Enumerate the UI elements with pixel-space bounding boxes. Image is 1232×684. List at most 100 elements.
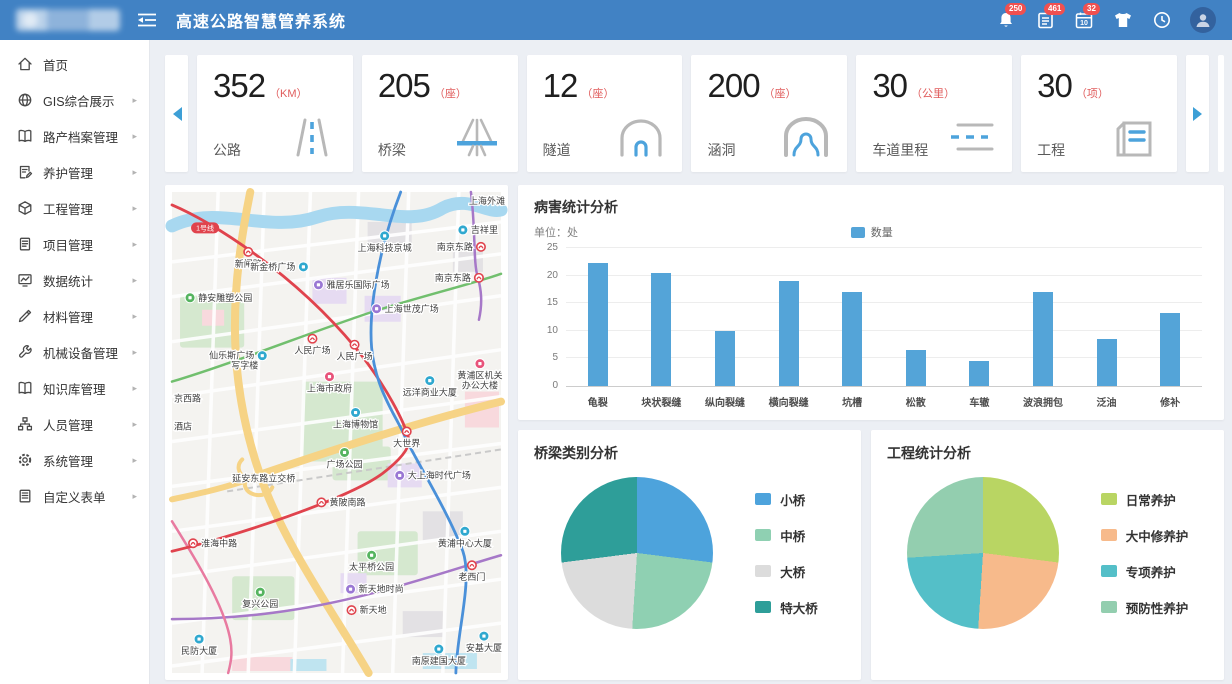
stat-value: 30 bbox=[1037, 67, 1072, 105]
x-axis-label: 修补 bbox=[1138, 394, 1202, 409]
legend-item[interactable]: 小桥 bbox=[755, 490, 818, 509]
metro-station-marker: 新天地 bbox=[347, 604, 386, 615]
tasks-badge: 461 bbox=[1044, 3, 1065, 15]
doc-edit-icon bbox=[17, 164, 34, 181]
sidebar-item-project[interactable]: 项目管理 ▸ bbox=[0, 226, 149, 262]
sidebar-item-equipment[interactable]: 机械设备管理 ▸ bbox=[0, 334, 149, 370]
legend-item[interactable]: 中桥 bbox=[755, 526, 818, 545]
legend-swatch bbox=[755, 601, 771, 613]
stat-value: 352 bbox=[213, 67, 265, 105]
svg-text:安基大厦: 安基大厦 bbox=[466, 642, 502, 653]
legend-swatch bbox=[755, 529, 771, 541]
svg-text:老西门: 老西门 bbox=[458, 571, 485, 582]
legend-item[interactable]: 大桥 bbox=[755, 562, 818, 581]
x-axis-label: 块状裂缝 bbox=[630, 394, 694, 409]
legend-swatch bbox=[1101, 493, 1117, 505]
svg-text:太平桥公园: 太平桥公园 bbox=[349, 561, 394, 572]
sidebar-item-road-assets[interactable]: 路产档案管理 ▸ bbox=[0, 118, 149, 154]
svg-text:人民广场: 人民广场 bbox=[337, 351, 373, 362]
y-axis-tick: 15 bbox=[534, 297, 558, 308]
stat-value: 205 bbox=[378, 67, 430, 105]
svg-text:延安东路立交桥: 延安东路立交桥 bbox=[232, 472, 295, 483]
chevron-right-icon: ▸ bbox=[132, 419, 137, 430]
bar bbox=[906, 350, 926, 386]
sidebar-item-home[interactable]: 首页 ▸ bbox=[0, 46, 149, 82]
carousel-prev-button[interactable] bbox=[165, 55, 188, 172]
calendar-icon[interactable]: 10 32 bbox=[1073, 9, 1095, 31]
legend-label: 预防性养护 bbox=[1126, 598, 1189, 617]
svg-text:新天地: 新天地 bbox=[360, 604, 387, 615]
y-axis-tick: 0 bbox=[534, 380, 558, 391]
svg-text:大上海时代广场: 大上海时代广场 bbox=[408, 469, 471, 480]
doc-icon bbox=[17, 236, 34, 253]
bar-chart-unit: 单位：处 bbox=[534, 224, 578, 240]
menu-collapse-icon[interactable] bbox=[138, 13, 156, 27]
stat-unit: （公里） bbox=[911, 85, 955, 101]
legend-label: 中桥 bbox=[780, 526, 805, 545]
sidebar-item-gis-display[interactable]: GIS综合展示 ▸ bbox=[0, 82, 149, 118]
sidebar-item-system[interactable]: 系统管理 ▸ bbox=[0, 442, 149, 478]
sidebar-item-engineering[interactable]: 工程管理 ▸ bbox=[0, 190, 149, 226]
svg-text:上海博物馆: 上海博物馆 bbox=[333, 419, 378, 430]
map-road-label: 上海外滩 bbox=[469, 195, 505, 206]
chevron-right-icon: ▸ bbox=[132, 455, 137, 466]
carousel-next-button[interactable] bbox=[1186, 55, 1209, 172]
svg-text:写字楼: 写字楼 bbox=[231, 360, 258, 371]
y-axis-tick: 25 bbox=[534, 242, 558, 253]
home-icon bbox=[17, 56, 34, 73]
svg-text:南原建国大厦: 南原建国大厦 bbox=[412, 655, 466, 666]
stat-card-engineering: 30 （项） 工程 bbox=[1021, 55, 1177, 172]
svg-text:上海市政府: 上海市政府 bbox=[307, 383, 352, 394]
legend-item[interactable]: 日常养护 bbox=[1101, 490, 1189, 509]
x-axis-label: 坑槽 bbox=[820, 394, 884, 409]
legend-item[interactable]: 预防性养护 bbox=[1101, 598, 1189, 617]
tasks-clipboard-icon[interactable]: 461 bbox=[1034, 9, 1056, 31]
stat-card-carousel: 352 （KM） 公路 205 （座） 桥梁 12 bbox=[165, 55, 1224, 172]
svg-text:黄陂南路: 黄陂南路 bbox=[329, 496, 365, 507]
main-content: 352 （KM） 公路 205 （座） 桥梁 12 bbox=[150, 40, 1232, 684]
svg-text:黄浦区机关: 黄浦区机关 bbox=[457, 370, 502, 381]
legend-swatch bbox=[1101, 601, 1117, 613]
bar bbox=[588, 263, 608, 386]
legend-label: 特大桥 bbox=[780, 598, 818, 617]
sidebar-item-statistics[interactable]: 数据统计 ▸ bbox=[0, 262, 149, 298]
theme-shirt-icon[interactable] bbox=[1112, 9, 1134, 31]
map-panel[interactable]: 1号线新闸路上海科技京城吉祥里南京东路南京东路新金桥广场雅居乐国际广场上海世茂广… bbox=[165, 185, 508, 680]
svg-text:淮海中路: 淮海中路 bbox=[201, 537, 237, 548]
sidebar-item-personnel[interactable]: 人员管理 ▸ bbox=[0, 406, 149, 442]
bar-chart-legend[interactable]: 数量 bbox=[851, 224, 893, 240]
stat-label: 工程 bbox=[1037, 140, 1065, 162]
legend-label: 数量 bbox=[871, 224, 893, 240]
sidebar-item-custom-forms[interactable]: 自定义表单 ▸ bbox=[0, 478, 149, 514]
sidebar-item-label: 知识库管理 bbox=[43, 379, 132, 398]
user-avatar[interactable] bbox=[1190, 7, 1216, 33]
notification-bell-icon[interactable]: 250 bbox=[995, 9, 1017, 31]
header-actions: 250 461 10 32 bbox=[995, 7, 1216, 33]
stat-label: 隧道 bbox=[543, 140, 571, 162]
city-map: 1号线新闸路上海科技京城吉祥里南京东路南京东路新金桥广场雅居乐国际广场上海世茂广… bbox=[172, 192, 501, 673]
clock-icon[interactable] bbox=[1151, 9, 1173, 31]
bell-badge: 250 bbox=[1005, 3, 1026, 15]
legend-swatch bbox=[755, 565, 771, 577]
bar-chart-x-labels: 龟裂块状裂缝纵向裂缝横向裂缝坑槽松散车辙波浪拥包泛油修补 bbox=[566, 394, 1202, 409]
sidebar-item-maintenance[interactable]: 养护管理 ▸ bbox=[0, 154, 149, 190]
app-root: 高速公路智慧管养系统 250 461 10 32 bbox=[0, 0, 1232, 684]
stat-card-lane-mileage: 30 （公里） 车道里程 bbox=[856, 55, 1012, 172]
svg-text:10: 10 bbox=[1080, 20, 1088, 27]
stat-value: 30 bbox=[872, 67, 907, 105]
legend-label: 日常养护 bbox=[1126, 490, 1176, 509]
bar bbox=[715, 331, 735, 386]
monitor-icon bbox=[17, 272, 34, 289]
book-icon bbox=[17, 128, 34, 145]
stat-card-road: 352 （KM） 公路 bbox=[197, 55, 353, 172]
svg-text:上海世茂广场: 上海世茂广场 bbox=[385, 303, 439, 314]
svg-text:1号线: 1号线 bbox=[196, 224, 214, 233]
legend-item[interactable]: 大中修养护 bbox=[1101, 526, 1189, 545]
chevron-right-icon bbox=[1192, 106, 1204, 122]
x-axis-label: 波浪拥包 bbox=[1011, 394, 1075, 409]
x-axis-label: 泛油 bbox=[1075, 394, 1139, 409]
legend-item[interactable]: 专项养护 bbox=[1101, 562, 1189, 581]
sidebar-item-materials[interactable]: 材料管理 ▸ bbox=[0, 298, 149, 334]
sidebar-item-knowledge[interactable]: 知识库管理 ▸ bbox=[0, 370, 149, 406]
legend-item[interactable]: 特大桥 bbox=[755, 598, 818, 617]
